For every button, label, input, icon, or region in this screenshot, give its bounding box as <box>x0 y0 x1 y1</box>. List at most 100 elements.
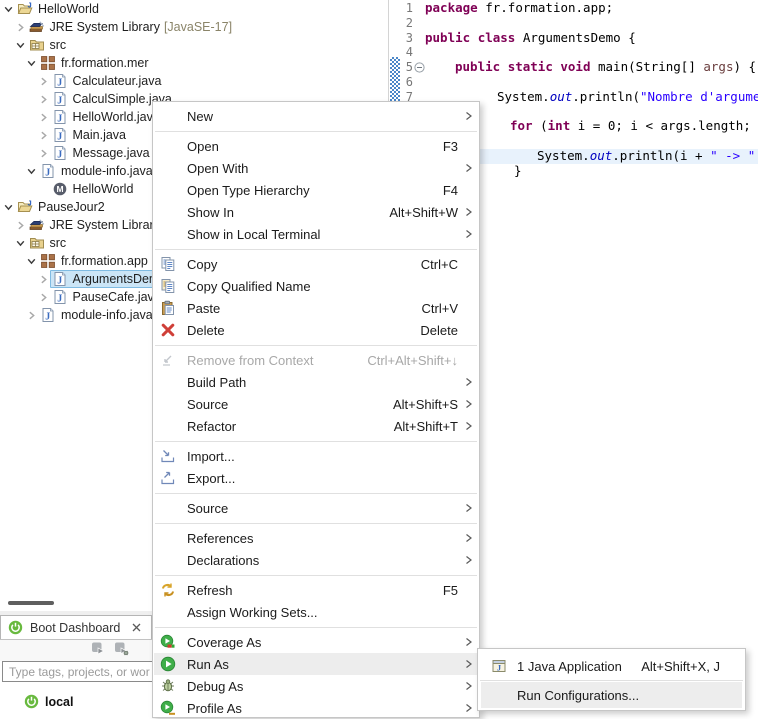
tree-item-content: Jmodule-info.java <box>38 162 158 180</box>
chevron-collapsed-icon[interactable] <box>38 112 50 123</box>
menu-item-debug-as[interactable]: Debug As <box>154 675 478 697</box>
java-file-icon: J <box>40 163 56 179</box>
menu-item-assign-working-sets[interactable]: Assign Working Sets... <box>154 601 478 623</box>
menu-item-open[interactable]: OpenF3 <box>154 135 478 157</box>
line-number[interactable]: 1 <box>389 1 413 16</box>
menu-item-source[interactable]: Source <box>154 497 478 519</box>
menu-item-accelerator: Ctrl+Alt+Shift+↓ <box>367 353 458 368</box>
tree-item-fr-formation-mer[interactable]: fr.formation.mer <box>0 54 388 72</box>
chevron-collapsed-icon[interactable] <box>15 220 27 231</box>
menu-item-open-type-hierarchy[interactable]: Open Type HierarchyF4 <box>154 179 478 201</box>
submenu-item-1-java-application[interactable]: J1 Java ApplicationAlt+Shift+X, J <box>481 653 742 679</box>
tab-boot-dashboard[interactable]: Boot Dashboard <box>0 615 152 639</box>
menu-item-label: Profile As <box>187 701 242 716</box>
tree-item-label: fr.formation.mer <box>61 56 149 70</box>
menu-separator <box>155 575 477 576</box>
chevron-expanded-icon[interactable] <box>3 202 15 213</box>
tree-item-src[interactable]: src <box>0 36 388 54</box>
chevron-expanded-icon[interactable] <box>26 166 38 177</box>
menu-item-show-in[interactable]: Show InAlt+Shift+W <box>154 201 478 223</box>
menu-item-accelerator: F3 <box>443 139 458 154</box>
tree-item-label: module-info.java <box>61 308 153 322</box>
code-text: for (int i = 0; i < args.length; i+ <box>510 119 758 134</box>
line-number[interactable]: 6 <box>389 75 413 90</box>
menu-item-copy-qualified-name[interactable]: Copy Qualified Name <box>154 275 478 297</box>
menu-separator <box>155 441 477 442</box>
source-folder-icon <box>29 235 45 251</box>
chevron-expanded-icon[interactable] <box>15 40 27 51</box>
no-icon <box>160 182 177 198</box>
line-number[interactable]: 3 <box>389 31 413 46</box>
menu-item-refactor[interactable]: RefactorAlt+Shift+T <box>154 415 478 437</box>
menu-item-label: Refactor <box>187 419 236 434</box>
project-folder-icon: J <box>17 199 33 215</box>
menu-item-remove-from-context[interactable]: Remove from Context Ctrl+Alt+Shift+↓ <box>154 349 478 371</box>
line-number[interactable]: 5 <box>389 60 413 75</box>
tree-item-calculateur-java[interactable]: JCalculateur.java <box>0 72 388 90</box>
menu-item-new[interactable]: New <box>154 105 478 127</box>
line-number[interactable]: 4 <box>389 45 413 60</box>
menu-item-label: Remove from Context <box>187 353 313 368</box>
submenu-arrow-icon <box>458 377 473 387</box>
boot-debug-button[interactable] <box>113 640 130 661</box>
close-icon[interactable] <box>131 622 142 633</box>
no-icon <box>160 500 177 516</box>
chevron-expanded-icon[interactable] <box>26 58 38 69</box>
code-line[interactable]: 4 <box>389 45 758 60</box>
package-icon <box>40 253 56 269</box>
menu-separator <box>155 627 477 628</box>
explorer-hscrollbar-thumb[interactable] <box>8 601 54 605</box>
no-icon <box>160 418 177 434</box>
menu-separator <box>480 680 743 681</box>
menu-separator <box>155 131 477 132</box>
tree-item-helloworld[interactable]: JHelloWorld <box>0 0 388 18</box>
svg-text:J: J <box>57 132 62 143</box>
tree-item-content: JPauseCafe.java <box>50 288 166 306</box>
chevron-expanded-icon[interactable] <box>15 238 27 249</box>
chevron-expanded-icon[interactable] <box>26 256 38 267</box>
menu-item-delete[interactable]: DeleteDelete <box>154 319 478 341</box>
menu-item-copy[interactable]: CopyCtrl+C <box>154 253 478 275</box>
fold-minus-icon[interactable] <box>414 62 425 73</box>
chevron-expanded-icon[interactable] <box>3 4 15 15</box>
menu-item-import[interactable]: Import... <box>154 445 478 467</box>
project-folder-icon: J <box>17 1 33 17</box>
menu-separator <box>155 493 477 494</box>
code-line[interactable]: 3public class ArgumentsDemo { <box>389 31 758 46</box>
submenu-arrow-icon <box>458 533 473 543</box>
tree-item-jre-system-library[interactable]: JRE System Library[JavaSE-17] <box>0 18 388 36</box>
code-line[interactable]: 6 <box>389 75 758 90</box>
chevron-collapsed-icon[interactable] <box>38 148 50 159</box>
menu-item-open-with[interactable]: Open With <box>154 157 478 179</box>
chevron-collapsed-icon[interactable] <box>38 292 50 303</box>
code-line[interactable]: 5public static void main(String[] args) … <box>389 60 758 75</box>
line-number[interactable]: 2 <box>389 16 413 31</box>
menu-item-paste[interactable]: Paste Ctrl+V <box>154 297 478 319</box>
menu-item-label: Declarations <box>187 553 259 568</box>
chevron-collapsed-icon[interactable] <box>38 76 50 87</box>
coverage-icon <box>160 634 177 650</box>
code-line[interactable]: 2 <box>389 16 758 31</box>
menu-item-label: Paste <box>187 301 220 316</box>
submenu-item-run-configurations[interactable]: Run Configurations... <box>481 682 742 708</box>
chevron-collapsed-icon[interactable] <box>38 94 50 105</box>
menu-item-declarations[interactable]: Declarations <box>154 549 478 571</box>
menu-item-source[interactable]: SourceAlt+Shift+S <box>154 393 478 415</box>
source-folder-icon <box>29 37 45 53</box>
menu-item-references[interactable]: References <box>154 527 478 549</box>
menu-item-accelerator: Ctrl+V <box>422 301 458 316</box>
boot-start-button[interactable] <box>90 640 107 661</box>
menu-item-export[interactable]: Export... <box>154 467 478 489</box>
java-file-icon: J <box>52 73 68 89</box>
menu-item-refresh[interactable]: RefreshF5 <box>154 579 478 601</box>
code-line[interactable]: 1package fr.formation.app; <box>389 1 758 16</box>
menu-item-build-path[interactable]: Build Path <box>154 371 478 393</box>
menu-item-coverage-as[interactable]: Coverage As <box>154 631 478 653</box>
menu-item-show-in-local-terminal[interactable]: Show in Local Terminal <box>154 223 478 245</box>
chevron-collapsed-icon[interactable] <box>15 22 27 33</box>
chevron-collapsed-icon[interactable] <box>38 274 50 285</box>
chevron-collapsed-icon[interactable] <box>26 310 38 321</box>
boot-debug-icon <box>113 640 130 661</box>
chevron-collapsed-icon[interactable] <box>38 130 50 141</box>
menu-item-run-as[interactable]: Run As <box>154 653 478 675</box>
